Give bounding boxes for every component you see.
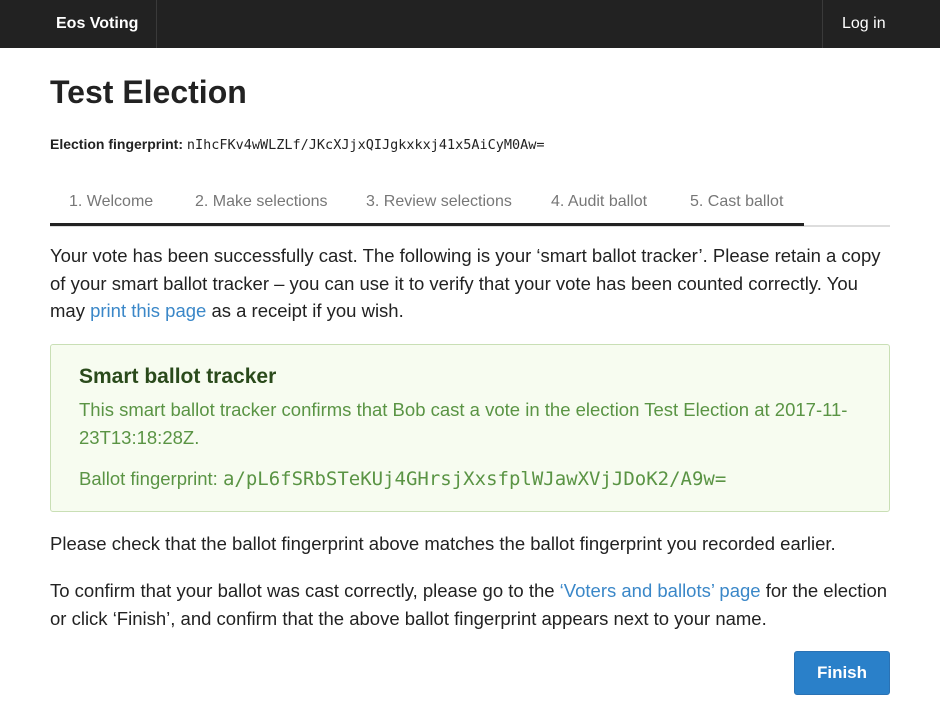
election-fingerprint-value: nIhcFKv4wWLZLf/JKcXJjxQIJgkxkxj41x5AiCyM… [186,137,545,153]
tracker-text: This smart ballot tracker confirms that … [79,399,848,448]
brand-link[interactable]: Eos Voting [0,0,157,48]
print-page-link[interactable]: print this page [90,300,206,321]
election-fingerprint: Election fingerprint: nIhcFKv4wWLZLf/JKc… [50,135,545,154]
ballot-fingerprint: Ballot fingerprint: a/pL6fSRbSTeKUj4GHrs… [79,465,726,493]
tracker-title: Smart ballot tracker [79,365,277,388]
tab-cast-ballot[interactable]: 5. Cast ballot [690,182,783,225]
cast-confirmation-text: Your vote has been successfully cast. Th… [50,242,890,325]
tab-review-selections[interactable]: 3. Review selections [366,182,512,225]
tab-make-selections[interactable]: 2. Make selections [195,182,328,225]
confirm-text: To confirm that your ballot was cast cor… [50,577,890,632]
tab-audit-ballot[interactable]: 4. Audit ballot [551,182,647,225]
intro-text-end: as a receipt if you wish. [206,300,404,321]
ballot-fingerprint-label: Ballot fingerprint: [79,468,223,489]
active-tab-indicator [50,223,804,226]
voters-and-ballots-link[interactable]: ‘Voters and ballots’ page [560,580,761,601]
ballot-fingerprint-value: a/pL6fSRbSTeKUj4GHrsjXxsfplWJawXVjJDoK2/… [222,468,727,490]
step-tabs: 1. Welcome 2. Make selections 3. Review … [50,182,890,227]
smart-ballot-tracker-panel: Smart ballot tracker This smart ballot t… [50,344,890,512]
confirm-text-start: To confirm that your ballot was cast cor… [50,580,560,601]
top-navbar: Eos Voting Log in [0,0,940,48]
page-title: Test Election [50,74,247,110]
tab-welcome[interactable]: 1. Welcome [69,182,153,225]
finish-button[interactable]: Finish [794,651,890,695]
check-fingerprint-text: Please check that the ballot fingerprint… [50,533,836,554]
login-link[interactable]: Log in [822,0,940,48]
election-fingerprint-label: Election fingerprint: [50,136,183,152]
